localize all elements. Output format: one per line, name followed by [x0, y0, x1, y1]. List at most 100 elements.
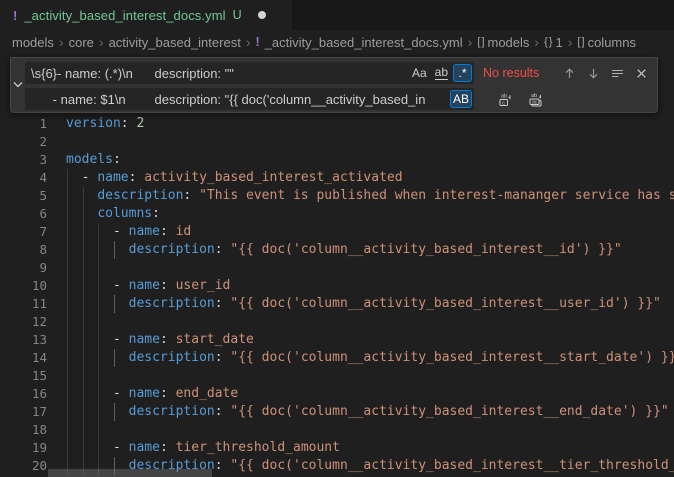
code-line[interactable]: 16 - name: end_date — [0, 385, 674, 403]
close-find-widget-button[interactable] — [631, 63, 652, 84]
tab-filename: _activity_based_interest_docs.yml — [24, 8, 225, 23]
line-number: 18 — [0, 421, 47, 439]
code-line[interactable]: 13 - name: start_date — [0, 331, 674, 349]
line-number: 8 — [0, 241, 47, 259]
yaml-file-icon: ! — [13, 8, 17, 23]
whole-word-toggle[interactable]: ab — [432, 64, 451, 82]
svg-text:ac: ac — [532, 99, 538, 105]
code-line-content: - name: activity_based_interest_activate… — [66, 169, 674, 187]
line-number: 16 — [0, 385, 47, 403]
breadcrumb-label: columns — [588, 35, 636, 50]
replace-value-text: - name: $1\n description: "{{ doc('colum… — [31, 92, 468, 107]
breadcrumb-separator-icon: › — [534, 34, 539, 50]
indent-guide — [83, 277, 84, 295]
indent-guide — [67, 313, 68, 331]
find-widget-rows: \s{6}- name: (.*)\n description: "" Aaab… — [25, 58, 657, 112]
indent-guide — [67, 187, 68, 205]
horizontal-scrollbar[interactable] — [48, 469, 212, 477]
line-number: 5 — [0, 187, 47, 205]
code-line[interactable]: 2 — [0, 133, 674, 151]
code-line[interactable]: 4 - name: activity_based_interest_activa… — [0, 169, 674, 187]
indent-guide — [98, 349, 99, 367]
breadcrumb-separator-icon: › — [468, 34, 473, 50]
indent-guide — [67, 421, 68, 439]
line-number: 12 — [0, 313, 47, 331]
symbol-array-icon: [ ] — [477, 36, 483, 48]
symbol-array-icon: [ ] — [577, 36, 583, 48]
code-line[interactable]: 12 — [0, 313, 674, 331]
line-number: 6 — [0, 205, 47, 223]
indent-guide — [114, 349, 115, 367]
indent-guide — [83, 241, 84, 259]
indent-guide — [67, 349, 68, 367]
breadcrumb-label: activity_based_interest — [109, 35, 241, 50]
preserve-case-toggle[interactable]: AB — [450, 90, 472, 108]
indent-guide — [67, 277, 68, 295]
vscode-window: ! _activity_based_interest_docs.yml U mo… — [0, 0, 674, 477]
code-line-content: description: "{{ doc('column__activity_b… — [66, 295, 674, 313]
line-number: 11 — [0, 295, 47, 313]
breadcrumb-separator-icon: › — [59, 34, 64, 50]
previous-match-button[interactable] — [559, 63, 580, 84]
svg-text:ab: ab — [501, 93, 507, 99]
indent-guide — [98, 241, 99, 259]
breadcrumb-item[interactable]: { }1 — [544, 35, 563, 50]
line-number: 10 — [0, 277, 47, 295]
line-number: 15 — [0, 367, 47, 385]
code-line[interactable]: 7 - name: id — [0, 223, 674, 241]
indent-guide — [83, 259, 84, 277]
next-match-button[interactable] — [583, 63, 604, 84]
code-line-content — [66, 367, 674, 385]
code-line[interactable]: 17 description: "{{ doc('column__activit… — [0, 403, 674, 421]
yaml-icon: ! — [255, 35, 259, 49]
code-area: 1version: 223models:4 - name: activity_b… — [0, 115, 674, 475]
replace-action-buttons: ab c ab ac — [495, 89, 546, 110]
code-line-content: - name: tier_threshold_amount — [66, 439, 674, 457]
breadcrumb-item[interactable]: [ ]models — [477, 35, 529, 50]
indent-guide — [67, 259, 68, 277]
match-case-toggle[interactable]: Aa — [409, 64, 430, 82]
breadcrumb-separator-icon: › — [568, 34, 573, 50]
code-line-content — [66, 421, 674, 439]
breadcrumb-label: models — [12, 35, 54, 50]
line-number: 2 — [0, 133, 47, 151]
breadcrumb-item[interactable]: [ ] columns — [577, 35, 636, 50]
code-line[interactable]: 6 columns: — [0, 205, 674, 223]
find-in-selection-button[interactable] — [607, 63, 628, 84]
code-line[interactable]: 8 description: "{{ doc('column__activity… — [0, 241, 674, 259]
code-line[interactable]: 11 description: "{{ doc('column__activit… — [0, 295, 674, 313]
code-line-content: - name: user_id — [66, 277, 674, 295]
code-line[interactable]: 15 — [0, 367, 674, 385]
code-line[interactable]: 3models: — [0, 151, 674, 169]
find-input[interactable]: \s{6}- name: (.*)\n description: "" Aaab… — [25, 62, 474, 84]
code-line[interactable]: 10 - name: user_id — [0, 277, 674, 295]
breadcrumb-label: 1 — [556, 35, 563, 50]
code-line-content: description: "This event is published wh… — [66, 187, 674, 205]
code-line[interactable]: 1version: 2 — [0, 115, 674, 133]
regex-toggle[interactable]: .* — [453, 64, 472, 82]
breadcrumb-label: core — [69, 35, 94, 50]
code-line-content: columns: — [66, 205, 674, 223]
breadcrumb-item[interactable]: core — [69, 35, 94, 50]
replace-all-button[interactable]: ab ac — [525, 89, 546, 110]
breadcrumb-item[interactable]: !_activity_based_interest_docs.yml — [255, 35, 462, 50]
code-line[interactable]: 18 — [0, 421, 674, 439]
indent-guide — [98, 403, 99, 421]
replace-button[interactable]: ab c — [495, 89, 516, 110]
tab-active-file[interactable]: ! _activity_based_interest_docs.yml U — [0, 0, 292, 30]
modified-dot-icon[interactable] — [258, 11, 266, 19]
code-line[interactable]: 5 description: "This event is published … — [0, 187, 674, 205]
breadcrumb-item[interactable]: models — [12, 35, 54, 50]
toggle-replace-chevron-icon[interactable] — [11, 58, 25, 112]
code-line[interactable]: 14 description: "{{ doc('column__activit… — [0, 349, 674, 367]
breadcrumb-item[interactable]: activity_based_interest — [109, 35, 241, 50]
git-untracked-badge: U — [233, 8, 242, 22]
code-line[interactable]: 19 - name: tier_threshold_amount — [0, 439, 674, 457]
find-nav-buttons — [559, 63, 653, 84]
code-line-content: - name: end_date — [66, 385, 674, 403]
indent-guide — [67, 295, 68, 313]
replace-input[interactable]: - name: $1\n description: "{{ doc('colum… — [25, 88, 474, 110]
code-line[interactable]: 9 — [0, 259, 674, 277]
indent-guide — [83, 331, 84, 349]
code-line-content — [66, 133, 674, 151]
